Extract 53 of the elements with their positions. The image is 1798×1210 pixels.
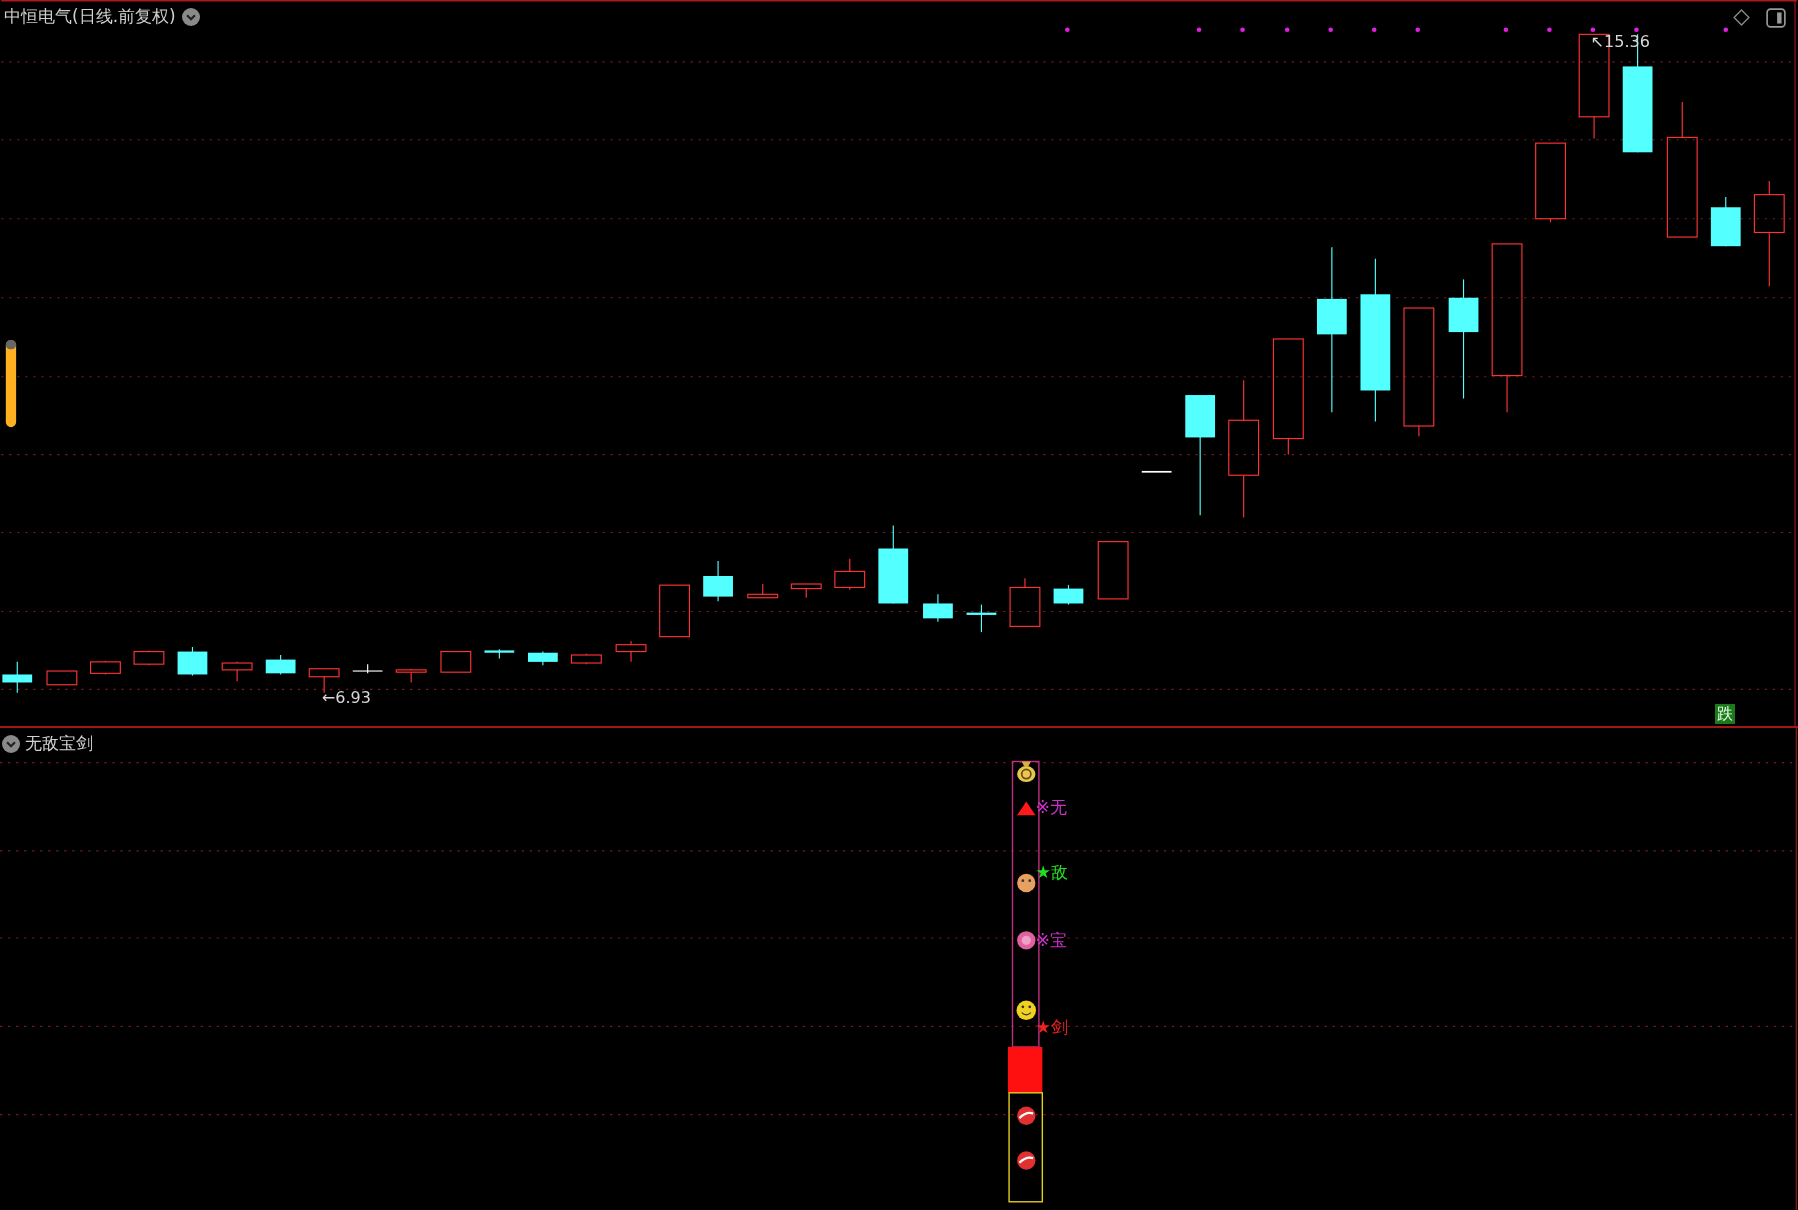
signal-dot bbox=[1065, 27, 1070, 33]
candlestick bbox=[703, 560, 733, 602]
ball-icon bbox=[1017, 1151, 1036, 1170]
signal-dot bbox=[1328, 27, 1333, 33]
signal-dot bbox=[1371, 27, 1377, 33]
candlestick bbox=[352, 663, 384, 674]
panel-toggle-icon[interactable] bbox=[1766, 8, 1786, 28]
ball-icon bbox=[1017, 1106, 1036, 1125]
signal-dot bbox=[1723, 27, 1729, 33]
candlestick bbox=[570, 653, 602, 665]
signal-dot bbox=[1547, 27, 1552, 33]
signal-dot bbox=[1240, 27, 1245, 33]
chart-title: 中恒电气(日线.前复权) bbox=[4, 5, 176, 28]
signal-dot bbox=[1503, 27, 1509, 33]
face-icon bbox=[1017, 873, 1036, 893]
triangle-icon bbox=[1017, 801, 1036, 816]
low-price-label: ←6.93 bbox=[321, 688, 371, 708]
indicator-name: 无敌宝剑 bbox=[25, 732, 93, 755]
diamond-icon[interactable] bbox=[1733, 9, 1750, 26]
candlestick bbox=[484, 648, 515, 659]
signal-dot bbox=[1590, 27, 1596, 33]
price-dash bbox=[1140, 470, 1173, 473]
candlestick bbox=[46, 670, 78, 686]
candlestick bbox=[747, 583, 779, 599]
smiley-icon bbox=[1016, 1000, 1037, 1021]
candlestick bbox=[659, 584, 690, 638]
candlestick bbox=[133, 649, 165, 666]
candlestick bbox=[790, 583, 822, 599]
candlestick bbox=[615, 640, 647, 663]
signal-bar bbox=[1007, 1046, 1043, 1093]
candlestick bbox=[395, 668, 427, 684]
signal-dot bbox=[1415, 27, 1421, 33]
signal-dot bbox=[1634, 27, 1639, 33]
candlestick bbox=[89, 660, 121, 676]
candlestick bbox=[1053, 584, 1084, 606]
candlestick bbox=[440, 651, 472, 673]
candlestick bbox=[1097, 541, 1129, 600]
gauge-bar-icon bbox=[5, 340, 17, 428]
chevron-down-icon[interactable] bbox=[2, 734, 20, 753]
signal-dot bbox=[1196, 27, 1202, 33]
fall-badge: 跌 bbox=[1715, 704, 1735, 724]
chevron-down-icon[interactable] bbox=[181, 7, 200, 26]
candlestick bbox=[265, 654, 296, 676]
candlestick bbox=[1009, 577, 1041, 627]
signal-dot bbox=[1284, 27, 1290, 33]
candlestick bbox=[177, 646, 208, 677]
candlestick bbox=[1710, 196, 1741, 247]
candlestick bbox=[2, 661, 33, 694]
candlestick bbox=[221, 661, 253, 682]
candlestick bbox=[834, 558, 866, 591]
candlestick bbox=[966, 604, 997, 633]
candlestick bbox=[528, 651, 558, 666]
candlestick bbox=[923, 593, 953, 623]
